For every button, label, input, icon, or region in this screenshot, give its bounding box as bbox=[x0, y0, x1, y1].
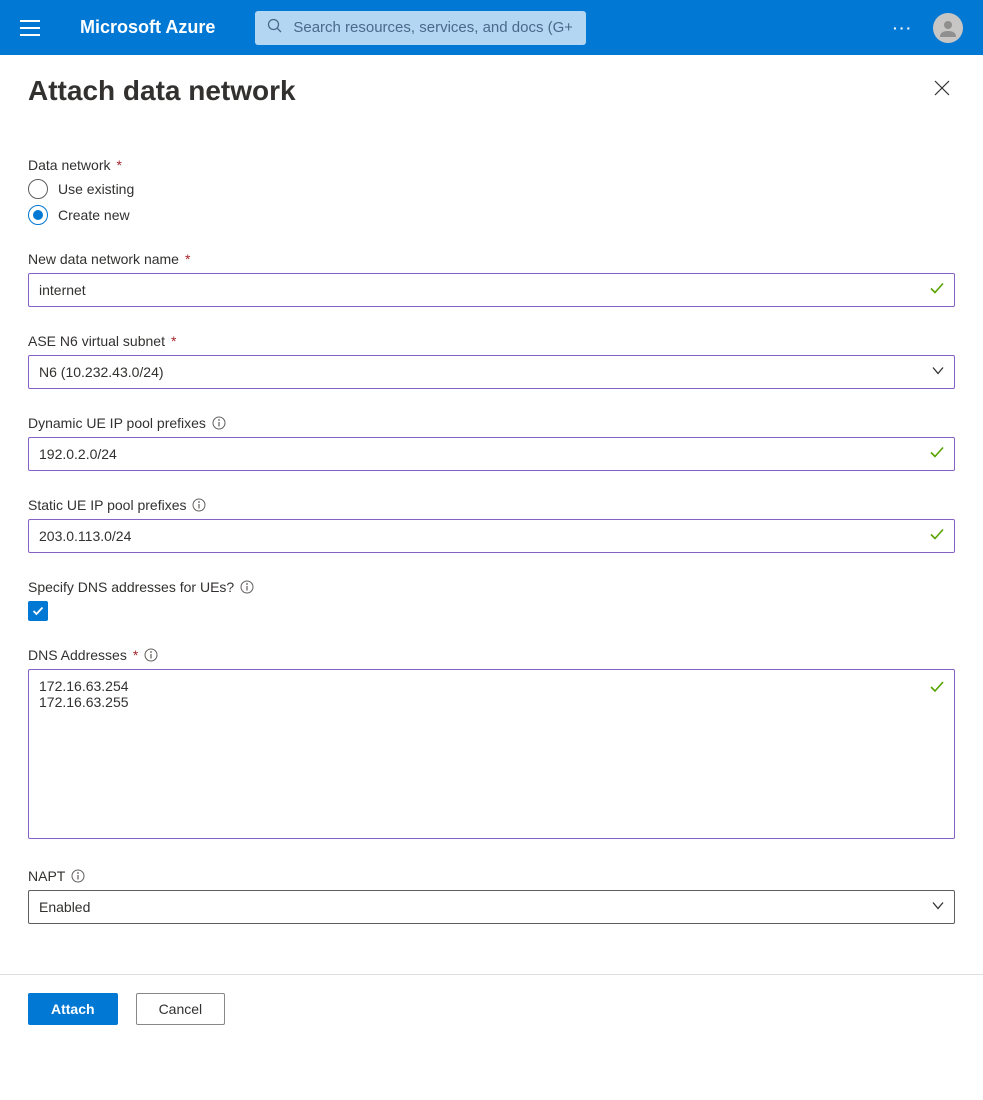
close-button[interactable] bbox=[929, 75, 955, 104]
valid-check-icon bbox=[929, 679, 945, 698]
info-icon[interactable] bbox=[144, 648, 158, 662]
user-avatar[interactable] bbox=[933, 13, 963, 43]
top-header: Microsoft Azure ··· bbox=[0, 0, 983, 55]
brand-label: Microsoft Azure bbox=[80, 17, 215, 38]
radio-icon bbox=[28, 179, 48, 199]
radio-label-existing: Use existing bbox=[58, 181, 134, 197]
page-content: Attach data network Data network * Use e… bbox=[0, 55, 983, 924]
cancel-button[interactable]: Cancel bbox=[136, 993, 226, 1025]
new-name-label: New data network name bbox=[28, 251, 179, 267]
static-pool-label: Static UE IP pool prefixes bbox=[28, 497, 186, 513]
ase-n6-label: ASE N6 virtual subnet bbox=[28, 333, 165, 349]
radio-use-existing[interactable]: Use existing bbox=[28, 179, 955, 199]
dns-addresses-input[interactable]: 172.16.63.254 172.16.63.255 bbox=[28, 669, 955, 839]
page-title: Attach data network bbox=[28, 75, 296, 107]
radio-icon bbox=[28, 205, 48, 225]
data-network-group: Data network * Use existing Create new bbox=[28, 157, 955, 225]
static-pool-input[interactable] bbox=[28, 519, 955, 553]
attach-button[interactable]: Attach bbox=[28, 993, 118, 1025]
info-icon[interactable] bbox=[212, 416, 226, 430]
required-marker: * bbox=[133, 647, 138, 663]
more-icon[interactable]: ··· bbox=[893, 20, 913, 36]
search-input[interactable] bbox=[291, 18, 574, 37]
new-name-input[interactable] bbox=[28, 273, 955, 307]
global-search[interactable] bbox=[255, 11, 586, 45]
radio-create-new[interactable]: Create new bbox=[28, 205, 955, 225]
valid-check-icon bbox=[929, 527, 945, 546]
ase-n6-select[interactable] bbox=[28, 355, 955, 389]
info-icon[interactable] bbox=[192, 498, 206, 512]
valid-check-icon bbox=[929, 445, 945, 464]
specify-dns-label: Specify DNS addresses for UEs? bbox=[28, 579, 234, 595]
data-network-label: Data network bbox=[28, 157, 110, 173]
menu-icon[interactable] bbox=[20, 20, 40, 36]
specify-dns-checkbox[interactable] bbox=[28, 601, 48, 621]
napt-select[interactable] bbox=[28, 890, 955, 924]
dynamic-pool-label: Dynamic UE IP pool prefixes bbox=[28, 415, 206, 431]
info-icon[interactable] bbox=[240, 580, 254, 594]
footer-actions: Attach Cancel bbox=[0, 975, 983, 1043]
radio-label-new: Create new bbox=[58, 207, 130, 223]
dynamic-pool-input[interactable] bbox=[28, 437, 955, 471]
required-marker: * bbox=[116, 157, 121, 173]
required-marker: * bbox=[171, 333, 176, 349]
search-icon bbox=[267, 18, 283, 37]
dns-addresses-label: DNS Addresses bbox=[28, 647, 127, 663]
checkmark-icon bbox=[31, 604, 45, 618]
close-icon bbox=[933, 79, 951, 97]
info-icon[interactable] bbox=[71, 869, 85, 883]
napt-label: NAPT bbox=[28, 868, 65, 884]
required-marker: * bbox=[185, 251, 190, 267]
valid-check-icon bbox=[929, 281, 945, 300]
